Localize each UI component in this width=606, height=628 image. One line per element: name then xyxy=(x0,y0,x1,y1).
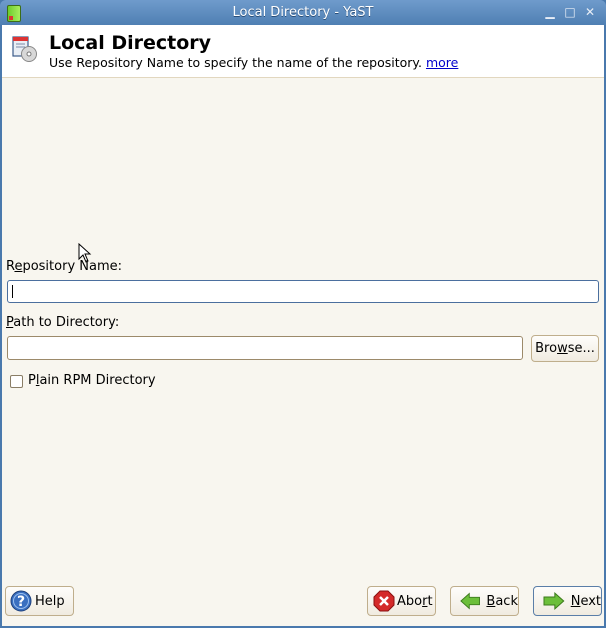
window-title: Local Directory - YaST xyxy=(232,5,374,20)
close-icon: ✕ xyxy=(584,5,596,19)
close-button[interactable]: ✕ xyxy=(582,4,598,20)
text-caret xyxy=(12,285,13,298)
browse-button[interactable]: Bro w se... xyxy=(531,335,599,362)
dialog-header: Local Directory Use Repository Name to s… xyxy=(2,25,604,78)
page-title: Local Directory xyxy=(49,32,212,54)
help-button[interactable]: ? Help xyxy=(5,586,74,616)
maximize-button[interactable]: □ xyxy=(562,4,578,20)
maximize-icon: □ xyxy=(564,5,576,19)
local-directory-icon xyxy=(12,36,37,62)
help-icon: ? xyxy=(10,590,32,612)
svg-text:?: ? xyxy=(17,594,25,610)
title-bar[interactable]: Local Directory - YaST ▁ □ ✕ xyxy=(0,0,606,25)
plain-rpm-directory-checkbox[interactable] xyxy=(10,375,23,388)
next-arrow-icon xyxy=(543,592,565,610)
plain-rpm-directory-label[interactable]: Plain RPM Directory xyxy=(28,373,156,388)
back-arrow-icon xyxy=(460,592,480,610)
path-to-directory-label: Path to Directory: xyxy=(6,315,120,330)
repository-name-input[interactable] xyxy=(7,280,599,303)
minimize-icon: ▁ xyxy=(545,5,555,19)
repository-name-label: Repository Name: xyxy=(6,259,122,274)
path-to-directory-input[interactable] xyxy=(7,336,523,360)
subtitle-text: Use Repository Name to specify the name … xyxy=(49,55,422,70)
back-button[interactable]: Back xyxy=(450,586,519,616)
dialog-content: Local Directory Use Repository Name to s… xyxy=(2,25,604,626)
abort-icon xyxy=(373,590,395,612)
minimize-button[interactable]: ▁ xyxy=(542,4,558,20)
more-link[interactable]: more xyxy=(426,55,458,70)
page-subtitle: Use Repository Name to specify the name … xyxy=(49,55,458,70)
yast-window: Local Directory - YaST ▁ □ ✕ Local Direc… xyxy=(0,0,606,628)
next-button[interactable]: Next xyxy=(533,586,602,616)
abort-button[interactable]: Abort xyxy=(367,586,436,616)
